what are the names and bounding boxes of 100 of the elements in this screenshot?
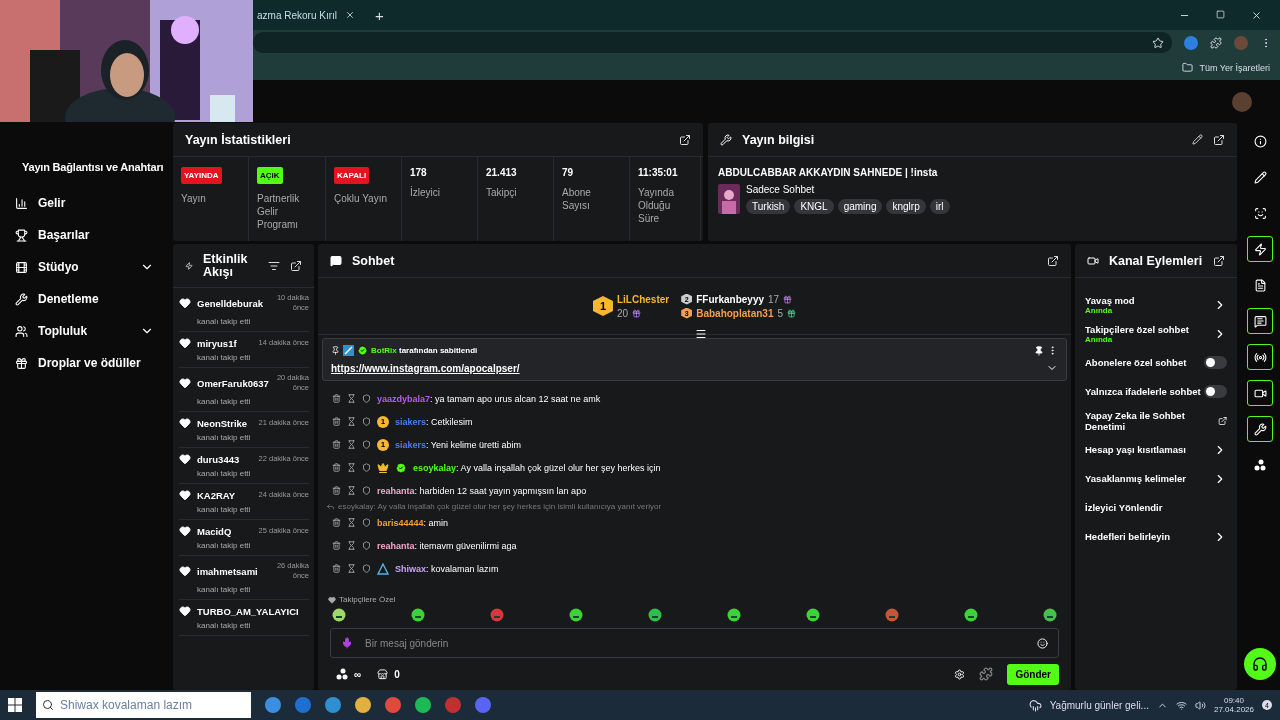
hourglass-icon[interactable] xyxy=(347,486,356,495)
help-button[interactable] xyxy=(1244,648,1276,680)
popout-button[interactable] xyxy=(290,259,302,272)
sidebar-item[interactable]: Stüdyo xyxy=(38,260,130,274)
send-button[interactable]: Gönder xyxy=(1007,663,1059,685)
wifi-icon[interactable] xyxy=(1175,699,1187,711)
popout-button[interactable] xyxy=(1047,254,1059,267)
action-label[interactable]: Hedefleri belirleyin xyxy=(1085,531,1170,542)
trash-icon[interactable] xyxy=(332,486,341,495)
unpin-icon[interactable] xyxy=(1034,345,1044,356)
sidebar-item[interactable]: Droplar ve ödüller xyxy=(38,356,154,370)
emote-icon[interactable] xyxy=(964,608,978,622)
message-field[interactable]: Bir mesaj gönderin xyxy=(330,628,1059,658)
search-field[interactable]: Shiwax kovalaman lazım xyxy=(36,692,251,718)
bookmarks-link[interactable]: Tüm Yer İşaretleri xyxy=(1199,62,1270,73)
action-label[interactable]: Yalnızca ifadelerle sohbet xyxy=(1085,386,1201,397)
shield-icon[interactable] xyxy=(362,463,371,472)
store-icon[interactable] xyxy=(377,668,389,680)
close-tab-icon[interactable] xyxy=(345,10,356,20)
trash-icon[interactable] xyxy=(332,417,341,426)
sidebar-item[interactable]: Denetleme xyxy=(38,292,154,306)
trash-icon[interactable] xyxy=(332,463,341,472)
tag-chip[interactable]: knglrp xyxy=(886,199,926,214)
tag-chip[interactable]: Turkish xyxy=(746,199,791,214)
emote-icon[interactable] xyxy=(569,608,583,622)
app-icon[interactable] xyxy=(295,697,311,713)
popout-button[interactable] xyxy=(679,133,691,146)
close-icon[interactable] xyxy=(1251,9,1262,21)
hourglass-icon[interactable] xyxy=(347,518,356,527)
volume-icon[interactable] xyxy=(1194,699,1206,711)
action-label[interactable]: Hesap yaşı kısıtlaması xyxy=(1085,444,1186,455)
trash-icon[interactable] xyxy=(332,564,341,573)
filter-button[interactable] xyxy=(268,259,280,272)
edit-button[interactable] xyxy=(1192,134,1203,145)
trash-icon[interactable] xyxy=(332,440,341,449)
hourglass-icon[interactable] xyxy=(347,440,356,449)
app-icon[interactable] xyxy=(325,697,341,713)
external-link-icon[interactable] xyxy=(1217,415,1227,426)
address-field[interactable] xyxy=(253,32,1172,53)
emote-icon[interactable] xyxy=(727,608,741,622)
app-icon[interactable] xyxy=(385,697,401,713)
toggle-switch[interactable] xyxy=(1204,385,1227,398)
rail-button[interactable] xyxy=(1247,236,1273,262)
tag-chip[interactable]: KNGL xyxy=(794,199,834,214)
category-name[interactable]: Sadece Sohbet xyxy=(746,184,950,195)
emote-icon[interactable] xyxy=(648,608,662,622)
trash-icon[interactable] xyxy=(332,394,341,403)
action-label[interactable]: Abonelere özel sohbet xyxy=(1085,357,1187,368)
emote-icon[interactable] xyxy=(332,608,346,622)
hourglass-icon[interactable] xyxy=(347,417,356,426)
sidebar-item[interactable]: Gelir xyxy=(38,196,154,210)
hourglass-icon[interactable] xyxy=(347,541,356,550)
action-label[interactable]: Yavaş mod xyxy=(1085,294,1135,306)
shield-icon[interactable] xyxy=(362,518,371,527)
toggle-switch[interactable] xyxy=(1204,356,1227,369)
message-input[interactable]: Bir mesaj gönderin xyxy=(363,636,1027,650)
hourglass-icon[interactable] xyxy=(347,564,356,573)
app-icon[interactable] xyxy=(355,697,371,713)
app-icon[interactable] xyxy=(265,697,281,713)
new-tab-button[interactable]: + xyxy=(375,6,384,24)
puzzle-icon[interactable] xyxy=(979,667,994,681)
tag-chip[interactable]: irl xyxy=(929,199,950,214)
settings-icon[interactable] xyxy=(954,668,966,680)
weather-text[interactable]: Yağmurlu günler geli... xyxy=(1049,699,1149,711)
tag-chip[interactable]: gaming xyxy=(837,199,883,214)
extension-icon[interactable] xyxy=(1184,35,1198,50)
sidebar-heading[interactable]: Yayın Bağlantısı ve Anahtarı xyxy=(0,161,170,173)
rail-button[interactable] xyxy=(1247,416,1273,442)
app-icon[interactable] xyxy=(415,697,431,713)
shield-icon[interactable] xyxy=(362,394,371,403)
windows-logo[interactable] xyxy=(8,698,22,712)
trash-icon[interactable] xyxy=(332,541,341,550)
action-label[interactable]: İzleyici Yönlendir xyxy=(1085,502,1163,513)
shield-icon[interactable] xyxy=(362,541,371,550)
rail-button[interactable] xyxy=(1247,380,1273,406)
shield-icon[interactable] xyxy=(362,564,371,573)
popout-button[interactable] xyxy=(1213,133,1225,146)
star-icon[interactable] xyxy=(1152,36,1164,49)
clock-date[interactable]: 27.04.2026 xyxy=(1213,705,1254,714)
action-label[interactable]: Takipçilere özel sohbet xyxy=(1085,323,1189,335)
sidebar-item[interactable]: Başarılar xyxy=(38,228,154,242)
instagram-link[interactable]: https://www.instagram.com/apocalpser/ xyxy=(331,362,1043,374)
hourglass-icon[interactable] xyxy=(347,394,356,403)
action-label[interactable]: Yapay Zeka ile Sohbet Denetimi xyxy=(1085,409,1218,432)
rail-button[interactable] xyxy=(1247,344,1273,370)
emoji-icon[interactable] xyxy=(1037,637,1048,649)
popout-button[interactable] xyxy=(1213,254,1225,267)
emote-icon[interactable] xyxy=(806,608,820,622)
action-label[interactable]: Yasaklanmış kelimeler xyxy=(1085,473,1186,484)
shield-icon[interactable] xyxy=(362,417,371,426)
hourglass-icon[interactable] xyxy=(347,463,356,472)
app-icon[interactable] xyxy=(475,697,491,713)
maximize-icon[interactable] xyxy=(1216,9,1225,19)
emote-icon[interactable] xyxy=(411,608,425,622)
clock-time[interactable]: 09:40 xyxy=(1223,696,1244,705)
trash-icon[interactable] xyxy=(332,518,341,527)
rail-button[interactable] xyxy=(1247,308,1273,334)
shield-icon[interactable] xyxy=(362,440,371,449)
shield-icon[interactable] xyxy=(362,486,371,495)
sidebar-item[interactable]: Topluluk xyxy=(38,324,130,338)
